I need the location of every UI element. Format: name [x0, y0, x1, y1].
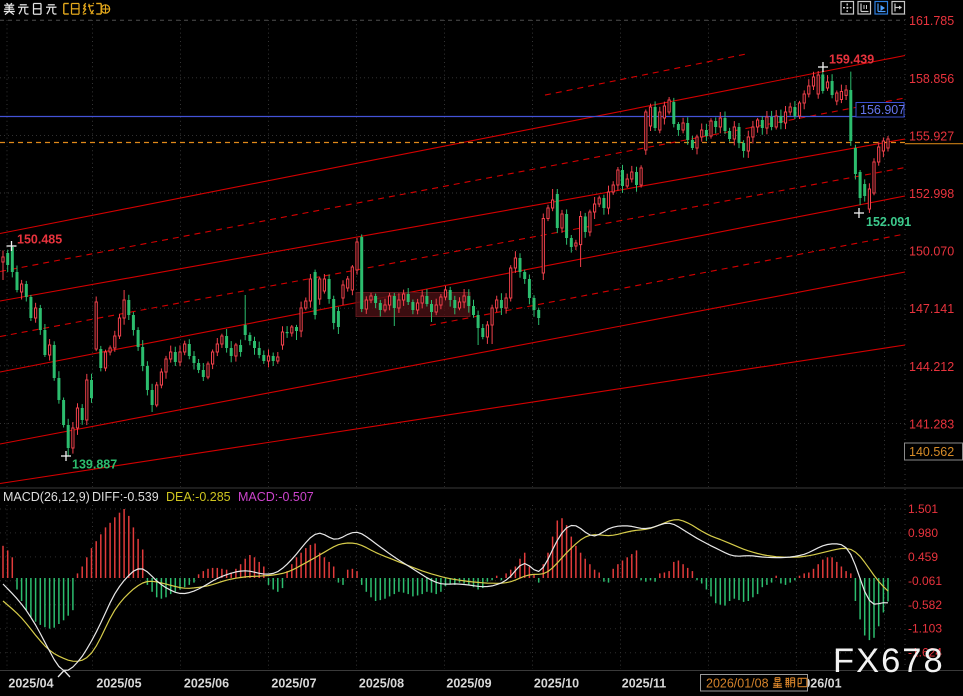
svg-text:DIFF:-0.539: DIFF:-0.539 [92, 490, 159, 504]
svg-text:155.927: 155.927 [909, 129, 954, 143]
svg-text:-1.103: -1.103 [908, 622, 942, 636]
svg-text:0.980: 0.980 [908, 526, 938, 540]
svg-text:2025/05: 2025/05 [96, 677, 141, 691]
svg-text:150.070: 150.070 [909, 245, 954, 259]
svg-text:141.283: 141.283 [909, 417, 954, 431]
svg-text:MACD:-0.507: MACD:-0.507 [238, 490, 314, 504]
svg-text:150.485: 150.485 [17, 233, 62, 247]
svg-text:144.212: 144.212 [909, 360, 954, 374]
svg-text:2025/08: 2025/08 [359, 677, 404, 691]
svg-text:139.887: 139.887 [72, 458, 117, 472]
svg-text:FX678: FX678 [833, 642, 945, 680]
svg-text:DEA:-0.285: DEA:-0.285 [166, 490, 231, 504]
svg-text:158.856: 158.856 [909, 72, 954, 86]
svg-text:-0.582: -0.582 [908, 598, 942, 612]
svg-text:161.785: 161.785 [909, 14, 954, 28]
svg-text:2025/07: 2025/07 [271, 677, 316, 691]
svg-text:2026/01/08: 2026/01/08 [706, 677, 769, 691]
svg-text:147.141: 147.141 [909, 302, 954, 316]
svg-text:2025/04: 2025/04 [8, 677, 53, 691]
svg-text:0.459: 0.459 [908, 550, 938, 564]
svg-text:152.091: 152.091 [866, 215, 911, 229]
svg-text:2025/11: 2025/11 [622, 677, 667, 691]
svg-text:156.907: 156.907 [860, 103, 905, 117]
svg-text:MACD(26,12,9): MACD(26,12,9) [3, 490, 90, 504]
svg-text:1.501: 1.501 [908, 502, 938, 516]
svg-text:140.562: 140.562 [909, 445, 954, 459]
svg-text:2025/10: 2025/10 [534, 677, 579, 691]
svg-text:-0.061: -0.061 [908, 574, 942, 588]
svg-text:2025/09: 2025/09 [446, 677, 491, 691]
svg-text:152.998: 152.998 [909, 187, 954, 201]
svg-text:159.439: 159.439 [829, 53, 874, 67]
svg-text:2025/06: 2025/06 [184, 677, 229, 691]
